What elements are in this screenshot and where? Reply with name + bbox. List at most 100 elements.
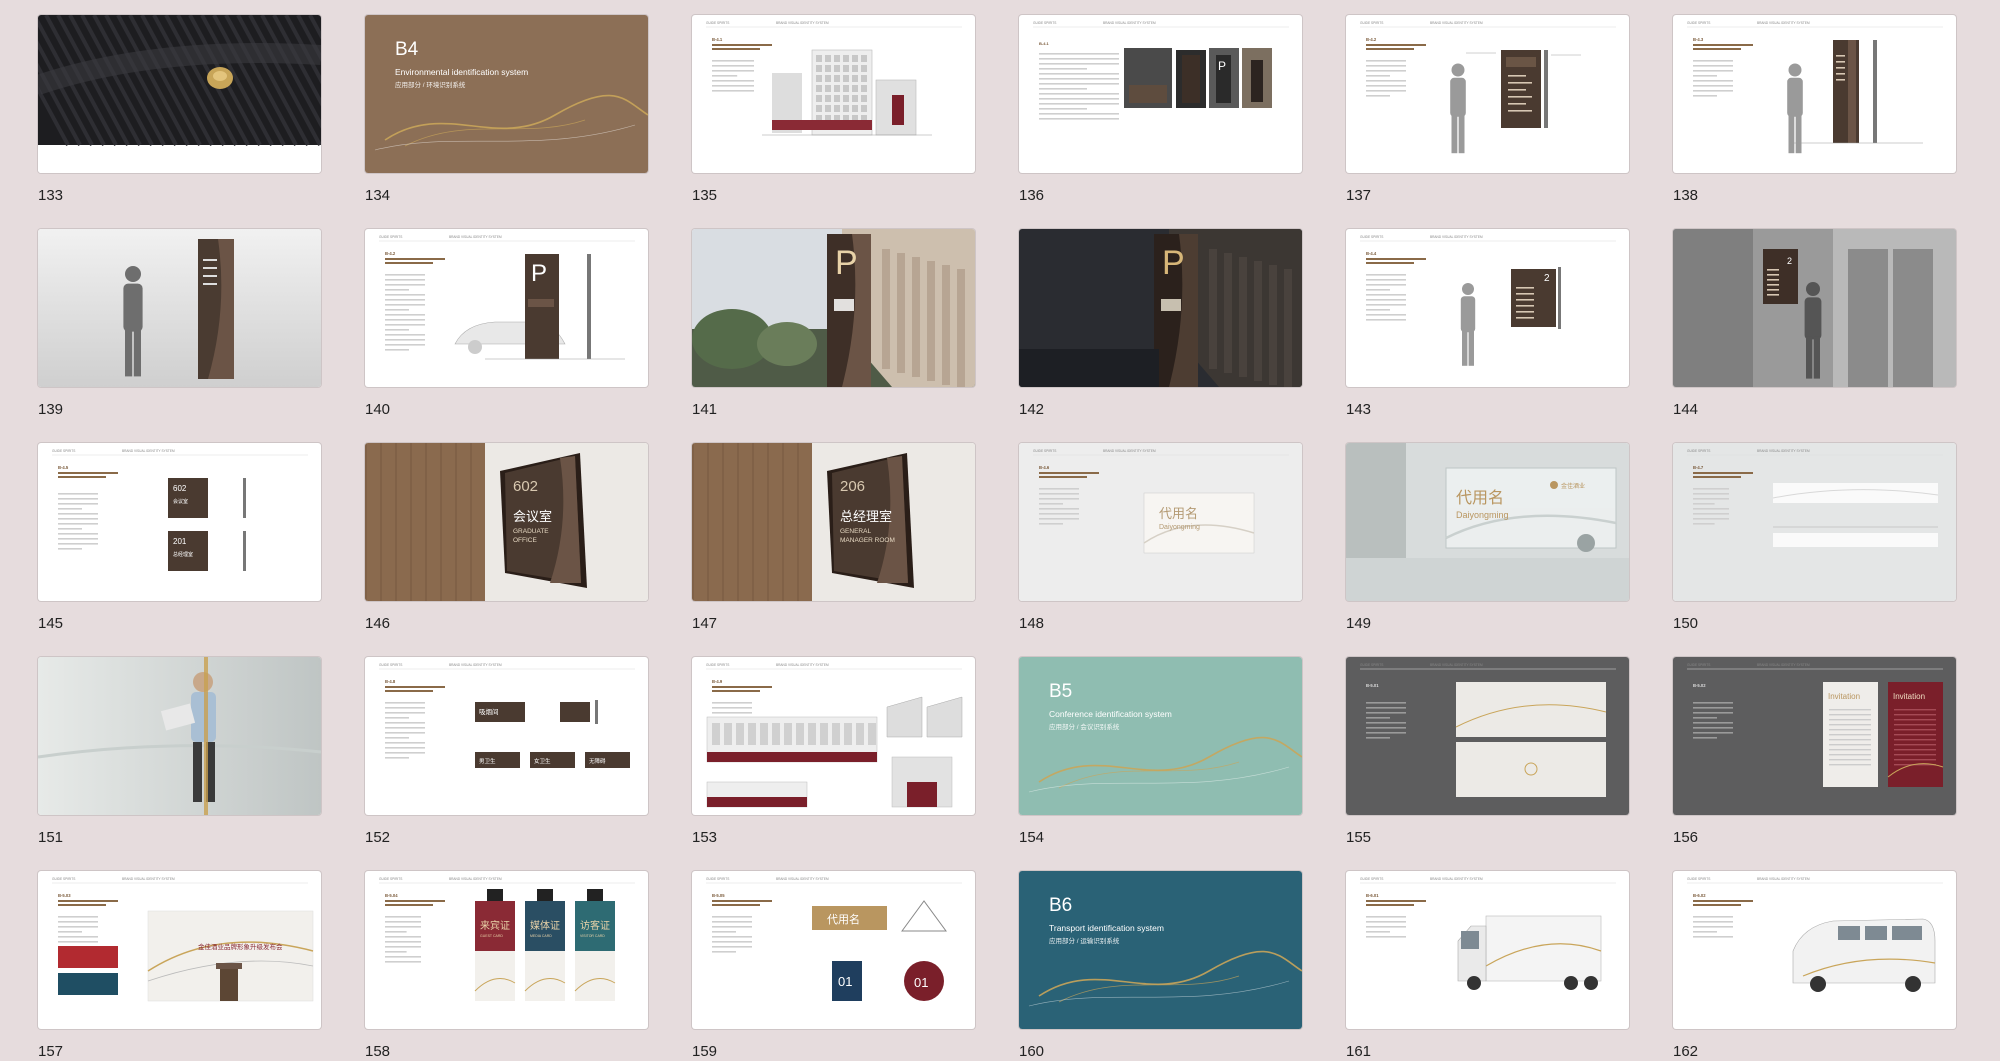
slide-preview: GUIDE SPIRITS BRAND VISUAL IDENTITY SYST… — [1673, 443, 1956, 601]
slide-thumbnail-133[interactable] — [38, 15, 321, 173]
slide-preview: GUIDE SPIRITS BRAND VISUAL IDENTITY SYST… — [52, 877, 314, 1002]
slide-number: 151 — [38, 829, 64, 846]
section-number: B-4.6 — [1039, 465, 1050, 470]
badge-subtitle: VISITOR CARD — [580, 934, 605, 938]
slide-thumbnail-151[interactable] — [38, 657, 321, 815]
slide-thumbnail-137[interactable]: GUIDE SPIRITS BRAND VISUAL IDENTITY SYST… — [1346, 15, 1629, 173]
slide-number: 149 — [1346, 615, 1372, 632]
slide-number: 146 — [365, 615, 391, 632]
slide-thumbnail-158[interactable]: GUIDE SPIRITS BRAND VISUAL IDENTITY SYST… — [365, 871, 648, 1029]
slide-number: 158 — [365, 1043, 391, 1060]
chapter-code: B5 — [1049, 681, 1072, 702]
nameplate-en: Daiyongming — [1456, 510, 1509, 520]
section-number: B-5.01 — [1366, 683, 1379, 688]
slide-thumbnail-154[interactable]: B5 Conference identification system 应用部分… — [1019, 657, 1302, 815]
slide-preview: GUIDE SPIRITS BRAND VISUAL IDENTITY SYST… — [706, 663, 963, 808]
slide-preview: 206 总经理室 GENERAL MANAGER ROOM — [692, 443, 975, 601]
slide-thumbnail-144[interactable]: 2 — [1673, 229, 1956, 387]
slide-thumbnail-152[interactable]: GUIDE SPIRITS BRAND VISUAL IDENTITY SYST… — [365, 657, 648, 815]
header-left: GUIDE SPIRITS — [1687, 21, 1710, 25]
slide-thumbnail-140[interactable]: GUIDE SPIRITS BRAND VISUAL IDENTITY SYST… — [365, 229, 648, 387]
slide-thumbnail-153[interactable]: GUIDE SPIRITS BRAND VISUAL IDENTITY SYST… — [692, 657, 975, 815]
slide-cell: P 142 — [1019, 229, 1302, 443]
slide-thumbnail-155[interactable]: GUIDE SPIRITS BRAND VISUAL IDENTITY SYST… — [1346, 657, 1629, 815]
header-center: BRAND VISUAL IDENTITY SYSTEM — [1757, 21, 1810, 25]
header-left: GUIDE SPIRITS — [706, 663, 729, 667]
slide-grid: 133 B4 Environmental identification syst… — [38, 15, 1956, 1061]
chapter-title: Conference identification system — [1049, 709, 1172, 719]
slide-thumbnail-145[interactable]: GUIDE SPIRITS BRAND VISUAL IDENTITY SYST… — [38, 443, 321, 601]
header-center: BRAND VISUAL IDENTITY SYSTEM — [1430, 235, 1483, 239]
slide-cell: GUIDE SPIRITS BRAND VISUAL IDENTITY SYST… — [1346, 657, 1629, 871]
slide-thumbnail-143[interactable]: GUIDE SPIRITS BRAND VISUAL IDENTITY SYST… — [1346, 229, 1629, 387]
room-name-en-2: OFFICE — [513, 537, 537, 544]
header-center: BRAND VISUAL IDENTITY SYSTEM — [1430, 877, 1483, 881]
slide-thumbnail-135[interactable]: GUIDE SPIRITS BRAND VISUAL IDENTITY SYST… — [692, 15, 975, 173]
slide-number: 144 — [1673, 401, 1699, 418]
header-left: GUIDE SPIRITS — [379, 235, 402, 239]
slide-cell: GUIDE SPIRITS BRAND VISUAL IDENTITY SYST… — [1673, 443, 1956, 657]
slide-number: 143 — [1346, 401, 1372, 418]
slide-preview — [38, 229, 321, 387]
svg-text:P: P — [835, 244, 858, 282]
slide-thumbnail-159[interactable]: GUIDE SPIRITS BRAND VISUAL IDENTITY SYST… — [692, 871, 975, 1029]
slide-preview: GUIDE SPIRITS BRAND VISUAL IDENTITY SYST… — [1687, 877, 1943, 992]
slide-cell: GUIDE SPIRITS BRAND VISUAL IDENTITY SYST… — [1346, 229, 1629, 443]
slide-cell: GUIDE SPIRITS BRAND VISUAL IDENTITY SYST… — [1019, 15, 1302, 229]
slide-thumbnail-162[interactable]: GUIDE SPIRITS BRAND VISUAL IDENTITY SYST… — [1673, 871, 1956, 1029]
slide-thumbnail-157[interactable]: GUIDE SPIRITS BRAND VISUAL IDENTITY SYST… — [38, 871, 321, 1029]
badge-title: 访客证 — [580, 919, 610, 932]
slide-thumbnail-136[interactable]: GUIDE SPIRITS BRAND VISUAL IDENTITY SYST… — [1019, 15, 1302, 173]
section-number: B-5.03 — [58, 893, 71, 898]
nameplate-cn: 代用名 — [1456, 489, 1504, 507]
chapter-subtitle: 应用部分 / 会议识别系统 — [1049, 722, 1120, 731]
slide-thumbnail-142[interactable]: P — [1019, 229, 1302, 387]
nameplate-cn: 代用名 — [1159, 506, 1198, 521]
slide-preview: GUIDE SPIRITS BRAND VISUAL IDENTITY SYST… — [1360, 21, 1616, 154]
slide-cell: GUIDE SPIRITS BRAND VISUAL IDENTITY SYST… — [365, 229, 648, 443]
slide-thumbnail-134[interactable]: B4 Environmental identification system 应… — [365, 15, 648, 173]
slide-thumbnail-149[interactable]: 代用名 Daiyongming 金佳酒业 — [1346, 443, 1629, 601]
slide-number: 161 — [1346, 1043, 1372, 1060]
slide-thumbnail-160[interactable]: B6 Transport identification system 应用部分 … — [1019, 871, 1302, 1029]
slide-number: 150 — [1673, 615, 1699, 632]
room-number: 206 — [840, 478, 865, 495]
section-number: B-4.1 — [712, 37, 723, 42]
slide-thumbnail-146[interactable]: 602 会议室 GRADUATE OFFICE — [365, 443, 648, 601]
slide-thumbnail-161[interactable]: GUIDE SPIRITS BRAND VISUAL IDENTITY SYST… — [1346, 871, 1629, 1029]
header-center: BRAND VISUAL IDENTITY SYSTEM — [449, 877, 502, 881]
tag-label: 男卫生 — [479, 757, 496, 765]
slide-thumbnail-141[interactable]: P — [692, 229, 975, 387]
slide-thumbnail-147[interactable]: 206 总经理室 GENERAL MANAGER ROOM — [692, 443, 975, 601]
slide-cell: GUIDE SPIRITS BRAND VISUAL IDENTITY SYST… — [38, 443, 321, 657]
slide-thumbnail-138[interactable]: GUIDE SPIRITS BRAND VISUAL IDENTITY SYST… — [1673, 15, 1956, 173]
slide-number: 140 — [365, 401, 391, 418]
slide-number: 160 — [1019, 1043, 1045, 1060]
slide-preview: GUIDE SPIRITS BRAND VISUAL IDENTITY SYST… — [1673, 657, 1956, 815]
chapter-subtitle: 应用部分 / 运输识别系统 — [1049, 936, 1120, 945]
slide-thumbnail-150[interactable]: GUIDE SPIRITS BRAND VISUAL IDENTITY SYST… — [1673, 443, 1956, 601]
slide-preview: GUIDE SPIRITS BRAND VISUAL IDENTITY SYST… — [379, 663, 635, 768]
slide-preview: P — [692, 229, 975, 387]
slide-cell: B6 Transport identification system 应用部分 … — [1019, 871, 1302, 1061]
header-center: BRAND VISUAL IDENTITY SYSTEM — [122, 877, 175, 881]
slide-cell: GUIDE SPIRITS BRAND VISUAL IDENTITY SYST… — [365, 657, 648, 871]
svg-text:P: P — [531, 260, 547, 287]
doorplate-label: 总经理室 — [173, 551, 193, 558]
slide-preview: P — [1019, 229, 1302, 387]
header-left: GUIDE SPIRITS — [1360, 877, 1383, 881]
slide-thumbnail-148[interactable]: GUIDE SPIRITS BRAND VISUAL IDENTITY SYST… — [1019, 443, 1302, 601]
slide-cell: B5 Conference identification system 应用部分… — [1019, 657, 1302, 871]
doorplate-label: 会议室 — [173, 498, 188, 505]
slide-thumbnail-139[interactable] — [38, 229, 321, 387]
section-number: B-4.2 — [385, 251, 396, 256]
slide-preview: GUIDE SPIRITS BRAND VISUAL IDENTITY SYST… — [1360, 877, 1616, 990]
slide-preview: GUIDE SPIRITS BRAND VISUAL IDENTITY SYST… — [706, 21, 962, 136]
header-left: GUIDE SPIRITS — [1687, 663, 1710, 667]
slide-cell: GUIDE SPIRITS BRAND VISUAL IDENTITY SYST… — [1346, 871, 1629, 1061]
slide-cell: GUIDE SPIRITS BRAND VISUAL IDENTITY SYST… — [1346, 15, 1629, 229]
invitation-label: Invitation — [1893, 692, 1925, 701]
slide-cell: GUIDE SPIRITS BRAND VISUAL IDENTITY SYST… — [1673, 871, 1956, 1061]
slide-cell: GUIDE SPIRITS BRAND VISUAL IDENTITY SYST… — [692, 871, 975, 1061]
slide-thumbnail-156[interactable]: GUIDE SPIRITS BRAND VISUAL IDENTITY SYST… — [1673, 657, 1956, 815]
